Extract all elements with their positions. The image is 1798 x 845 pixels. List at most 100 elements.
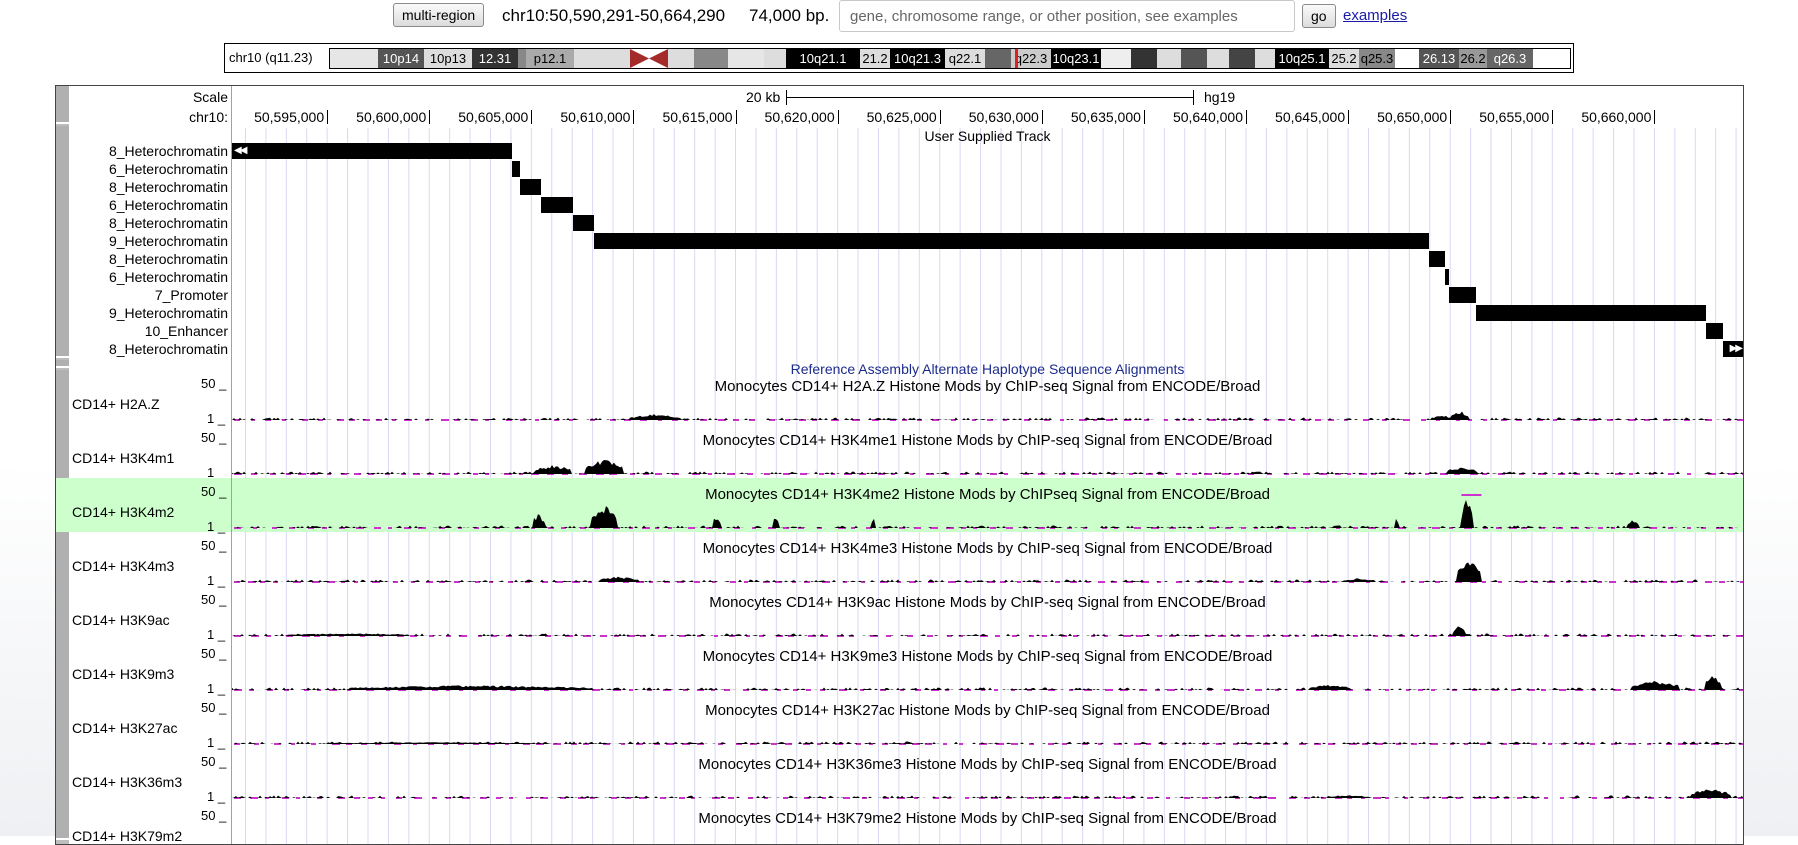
signal-track[interactable]: CD14+ H3K9ac 50 _ 1 _ Monocytes CD14+ H3K9a… (56, 586, 1743, 642)
ruler-tick (1041, 110, 1043, 124)
user-track-title: User Supplied Track (924, 128, 1051, 144)
no-data-mark (1559, 689, 1566, 691)
ideogram-band: 10q25.1 (1275, 49, 1329, 68)
track-handle[interactable] (56, 360, 69, 368)
no-data-mark (600, 635, 607, 637)
ideogram-band: q25.3 (1359, 49, 1395, 68)
signal-plot[interactable] (232, 694, 1743, 748)
ruler-tick (531, 110, 533, 124)
feature-block[interactable] (520, 179, 541, 195)
ruler-tick-label: 50,605,000 (458, 109, 529, 125)
genome-browser-panel: Scale chr10: 20 kb hg19 50,595,000 50,600… (55, 85, 1744, 845)
ruler-tick-label: 50,610,000 (560, 109, 631, 125)
no-data-mark (694, 581, 700, 583)
search-input[interactable] (839, 0, 1295, 32)
signal-track-label: CD14+ H3K36m3 (72, 774, 183, 790)
signal-track[interactable]: CD14+ H3K79m250 _1 _Monocytes CD14+ H3K7… (56, 802, 1743, 845)
feature-block[interactable] (1445, 269, 1450, 285)
feature-block[interactable] (511, 161, 521, 177)
no-data-mark (1705, 581, 1712, 583)
feature-block[interactable] (573, 215, 594, 231)
no-data-mark (1687, 527, 1691, 529)
ruler-tick-label: 50,645,000 (1275, 109, 1346, 125)
track-scale-max: 50 _ (201, 646, 227, 661)
feature-label: 8_Heterochromatin (108, 143, 228, 159)
scroll-left-arrow-icon[interactable]: ◀◀ (234, 144, 247, 158)
scale-bar-left-cap (786, 90, 787, 105)
scroll-right-arrow-icon[interactable]: ▶▶ (1730, 342, 1743, 356)
no-data-mark (843, 797, 850, 799)
signal-track[interactable]: CD14+ H3K36m3 50 _ 1 _ Monocytes CD14+ H3K3… (56, 748, 1743, 804)
signal-track[interactable]: CD14+ H3K4m3 50 _ 1 _ Monocytes CD14+ H3K4m… (56, 532, 1743, 588)
no-data-mark (1629, 473, 1633, 475)
ideogram-band (1255, 49, 1275, 68)
no-data-mark (1421, 419, 1426, 421)
feature-block[interactable] (1428, 251, 1446, 267)
signal-track[interactable]: CD14+ H3K27ac 50 _ 1 _ Monocytes CD14+ H3K2… (56, 694, 1743, 750)
signal-track-label: CD14+ H3K9ac (72, 612, 170, 628)
ideogram-band: 26.2 (1459, 49, 1487, 68)
ruler-tick (1552, 110, 1554, 124)
no-data-mark (943, 743, 947, 745)
feature-label: 7_Promoter (154, 287, 228, 303)
ruler-tick (735, 110, 737, 124)
ruler-tick (1246, 110, 1248, 124)
feature-label: 6_Heterochromatin (108, 269, 228, 285)
feature-block[interactable] (540, 197, 574, 213)
ruler-tick (939, 110, 941, 124)
ruler-tick (1348, 110, 1350, 124)
feature-block[interactable]: ◀◀ (232, 143, 512, 159)
feature-block[interactable]: ▶▶ (1722, 341, 1743, 357)
track-scale-max: 50 _ (201, 754, 227, 769)
ideogram-band (985, 49, 1011, 68)
ruler-tick-label: 50,640,000 (1172, 109, 1244, 125)
no-data-mark (1403, 419, 1410, 421)
no-data-mark (1011, 743, 1018, 745)
ideogram-band (1101, 49, 1131, 68)
signal-plot[interactable] (232, 532, 1743, 586)
signal-plot[interactable] (232, 640, 1743, 694)
signal-track[interactable]: CD14+ H3K9m3 50 _ 1 _ Monocytes CD14+ H3K9m… (56, 640, 1743, 696)
ideogram-band: 26.13 (1419, 49, 1459, 68)
examples-link[interactable]: examples (1343, 7, 1407, 24)
track-handle[interactable] (56, 86, 69, 124)
ruler-tick-label: 50,625,000 (866, 109, 937, 125)
ideogram-band: 10q21.3 (890, 49, 945, 68)
signal-track-label: CD14+ H3K9m3 (72, 666, 175, 682)
ideogram-band (1229, 49, 1255, 68)
feature-block[interactable] (593, 233, 1429, 249)
centromere (630, 49, 668, 68)
ruler-tick-label: 50,660,000 (1581, 109, 1652, 125)
no-data-mark (1609, 581, 1616, 583)
feature-block[interactable] (1449, 287, 1476, 303)
signal-area (232, 741, 1743, 744)
signal-plot[interactable] (232, 748, 1743, 802)
multi-region-button[interactable]: multi-region (393, 3, 485, 27)
signal-plot[interactable] (232, 802, 1743, 845)
signal-plot[interactable] (232, 586, 1743, 640)
signal-track[interactable]: CD14+ H3K4m1 50 _ 1 _ Monocytes CD14+ H3K4m… (56, 424, 1743, 480)
chromosome-ideogram[interactable]: 10p14 10p13 12.31 p12.1 10q21.1 21.2 10q21.3 q2… (329, 48, 1571, 69)
signal-track[interactable]: CD14+ H3K4m2 50 _ 1 _ Monocytes CD14+ H3K4m… (56, 478, 1743, 534)
no-data-mark (1006, 527, 1013, 529)
signal-plot[interactable] (232, 424, 1743, 478)
ideogram-band: 10q21.1 (786, 49, 860, 68)
ruler-tick-label: 50,600,000 (356, 109, 427, 125)
signal-plot[interactable] (232, 478, 1743, 532)
go-button[interactable]: go (1302, 4, 1336, 28)
ideogram-band (694, 49, 728, 68)
feature-block[interactable] (1706, 323, 1723, 339)
ideogram-position-marker (1015, 49, 1018, 68)
signal-track[interactable]: CD14+ H2A.Z 50 _ 1 _ Monocytes CD14+ H2A.Z … (56, 370, 1743, 426)
feature-label: 8_Heterochromatin (108, 215, 228, 231)
signal-track-label: CD14+ H3K4m1 (72, 450, 175, 466)
signal-plot[interactable] (232, 370, 1743, 424)
scale-bar (786, 97, 1194, 98)
track-handle[interactable] (56, 126, 69, 358)
feature-block[interactable] (1475, 305, 1707, 321)
feature-label: 6_Heterochromatin (108, 161, 228, 177)
signal-area (232, 789, 1743, 798)
ideogram-band (330, 49, 378, 68)
clipped-signal-mark (1461, 494, 1482, 496)
chromosome-ideogram-panel: chr10 (q11.23) 10p14 10p13 12.31 p12.1 10q21… (224, 43, 1574, 73)
